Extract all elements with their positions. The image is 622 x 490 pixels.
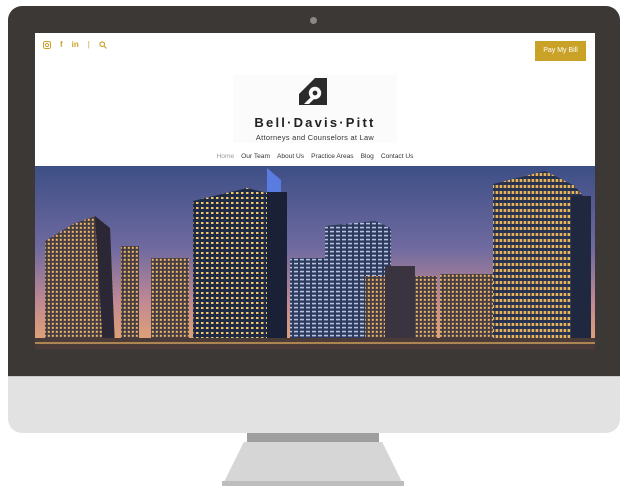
camera-icon [310,17,317,24]
nav-item-home[interactable]: Home [217,153,235,160]
nav-item-blog[interactable]: Blog [361,153,374,160]
brand-name: Bell·Davis·Pitt [254,115,376,130]
linkedin-icon[interactable]: in [72,40,79,49]
divider: | [87,40,90,49]
main-nav: Home Our Team About Us Practice Areas Bl… [35,153,595,160]
monitor-stand-base [222,481,404,486]
instagram-icon[interactable] [43,40,51,49]
nav-item-contact-us[interactable]: Contact Us [381,153,414,160]
facebook-icon[interactable]: f [60,40,63,49]
search-icon[interactable] [99,40,107,49]
website-screen: f in | Pay My Bill Bell·Davis·Pitt Attor… [35,33,595,349]
hero-skyline-image [35,166,595,349]
pay-my-bill-button[interactable]: Pay My Bill [535,41,586,61]
site-logo[interactable]: Bell·Davis·Pitt Attorneys and Counselors… [233,75,397,143]
monitor-chin [8,376,620,433]
nav-item-about-us[interactable]: About Us [277,153,304,160]
logo-mark-icon [299,78,327,105]
monitor-neck [247,433,379,443]
monitor-stand [222,442,404,486]
nav-item-practice-areas[interactable]: Practice Areas [311,153,354,160]
nav-item-our-team[interactable]: Our Team [241,153,270,160]
social-bar: f in | [43,40,107,49]
brand-tagline: Attorneys and Counselors at Law [255,133,375,142]
